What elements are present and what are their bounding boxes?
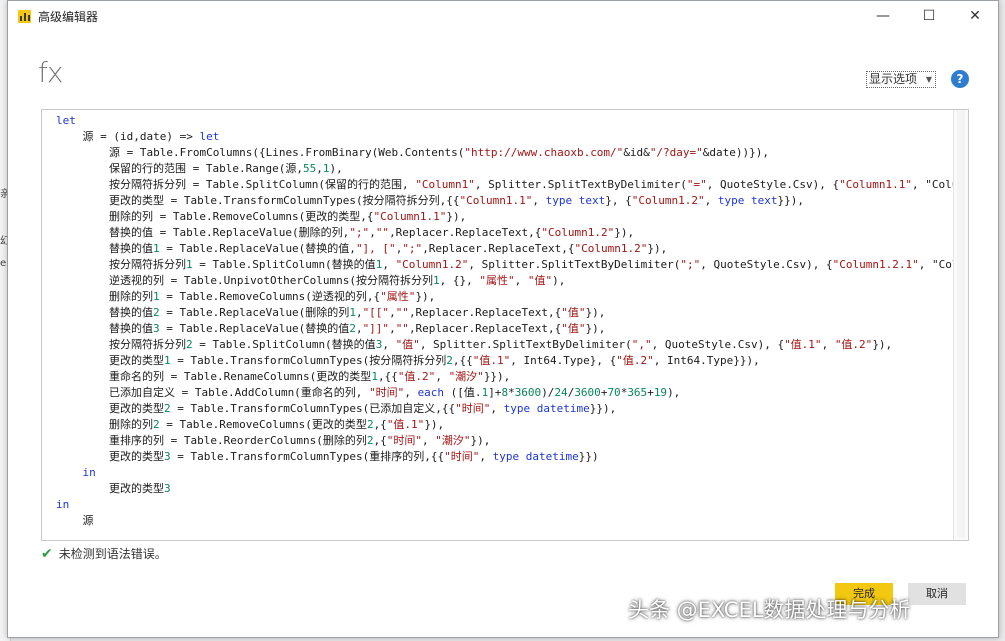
code-line: 源 = (id,date) => let — [56, 130, 220, 143]
code-text-area[interactable]: let 源 = (id,date) => let 源 = Table.FromC… — [56, 113, 968, 540]
power-bi-icon — [18, 10, 31, 23]
code-line: 按分隔符拆分列2 = Table.SplitColumn(替换的值3, "值",… — [56, 338, 893, 351]
code-line: 更改的类型3 = Table.TransformColumnTypes(重排序的… — [56, 450, 599, 463]
code-line: 按分隔符拆分列 = Table.SplitColumn(保留的行的范围, "Co… — [56, 178, 959, 191]
code-line: 源 — [56, 514, 94, 527]
chevron-down-icon: ▼ — [925, 75, 932, 84]
code-line: 源 = Table.FromColumns({Lines.FromBinary(… — [56, 146, 770, 159]
help-icon[interactable]: ? — [951, 70, 969, 88]
code-line: let — [56, 114, 76, 127]
fx-icon: fx — [38, 56, 63, 89]
maximize-button[interactable]: ☐ — [906, 1, 952, 31]
code-editor[interactable]: let 源 = (id,date) => let 源 = Table.FromC… — [41, 109, 969, 541]
display-options-dropdown[interactable]: 显示选项 ▼ — [866, 71, 936, 88]
display-options-label: 显示选项 — [869, 72, 918, 86]
minimize-button[interactable]: — — [860, 1, 906, 31]
code-line: 删除的列 = Table.RemoveColumns(更改的类型,{"Colum… — [56, 210, 467, 223]
code-line: in — [82, 466, 96, 479]
code-line: 更改的类型1 = Table.TransformColumnTypes(按分隔符… — [56, 354, 760, 367]
advanced-editor-dialog: 高级编辑器 — ☐ ✕ fx 显示选项 ▼ ? let 源 = (id,date… — [7, 0, 999, 638]
window-title: 高级编辑器 — [38, 10, 99, 24]
watermark-text: 头条 @EXCEL数据处理与分析 — [628, 598, 911, 622]
code-line: 更改的类型 = Table.TransformColumnTypes(按分隔符拆… — [56, 194, 804, 207]
code-line: 删除的列2 = Table.RemoveColumns(更改的类型2,{"值.1… — [56, 418, 445, 431]
syntax-status-text: 未检测到语法错误。 — [58, 547, 167, 561]
code-line: 保留的行的范围 = Table.Range(源,55,1), — [56, 162, 343, 175]
code-line: in — [56, 498, 70, 511]
code-line: 已添加自定义 = Table.AddColumn(重命名的列, "时间", ea… — [56, 386, 681, 399]
background-char: e — [0, 258, 7, 269]
title-bar[interactable]: 高级编辑器 — ☐ ✕ — [8, 1, 998, 31]
close-button[interactable]: ✕ — [952, 1, 998, 31]
syntax-status: ✔ 未检测到语法错误。 — [41, 545, 167, 562]
code-line: 重命名的列 = Table.RenameColumns(更改的类型1,{{"值.… — [56, 370, 511, 383]
code-line: 替换的值3 = Table.ReplaceValue(替换的值2,"]]",""… — [56, 322, 606, 335]
checkmark-icon: ✔ — [41, 546, 53, 562]
code-line: 替换的值1 = Table.ReplaceValue(替换的值,"], [","… — [56, 242, 668, 255]
code-line: 替换的值2 = Table.ReplaceValue(删除的列1,"[[",""… — [56, 306, 606, 319]
code-line: 替换的值 = Table.ReplaceValue(删除的列,";","",Re… — [56, 226, 635, 239]
vertical-scrollbar[interactable] — [953, 110, 968, 540]
cancel-button[interactable]: 取消 — [908, 583, 966, 605]
code-line: 逆透视的列 = Table.UnpivotOtherColumns(按分隔符拆分… — [56, 274, 566, 287]
code-line: 按分隔符拆分列1 = Table.SplitColumn(替换的值1, "Col… — [56, 258, 966, 271]
code-line: 重排序的列 = Table.ReorderColumns(删除的列2,{"时间"… — [56, 434, 491, 447]
code-line: 更改的类型3 — [56, 482, 171, 495]
code-line: 删除的列1 = Table.RemoveColumns(逆透视的列,{"属性"}… — [56, 290, 436, 303]
code-line: 更改的类型2 = Table.TransformColumnTypes(已添加自… — [56, 402, 617, 415]
scrollbar-thumb[interactable] — [957, 110, 965, 538]
